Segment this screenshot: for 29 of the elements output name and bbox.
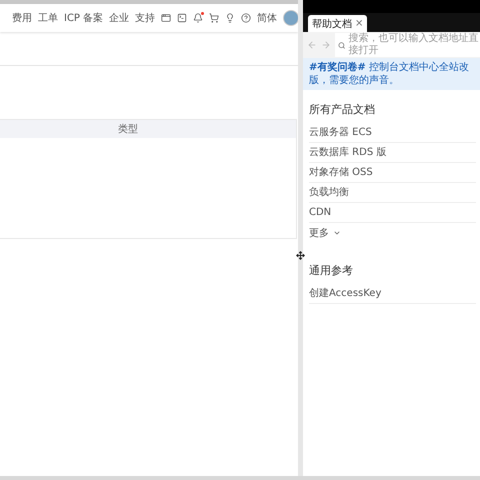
nav-link[interactable]: 企业 bbox=[109, 11, 130, 25]
nav-link[interactable]: ICP 备案 bbox=[64, 11, 104, 25]
lightbulb-icon[interactable] bbox=[225, 13, 236, 23]
doc-link[interactable]: 创建AccessKey bbox=[309, 284, 476, 304]
help-icon[interactable] bbox=[241, 13, 252, 23]
move-cursor-icon bbox=[296, 251, 305, 260]
app-icon[interactable] bbox=[161, 13, 172, 23]
section-title: 所有产品文档 bbox=[309, 102, 376, 117]
cart-icon[interactable] bbox=[209, 13, 220, 23]
nav-link[interactable]: 支持 bbox=[135, 11, 156, 25]
doc-link[interactable]: 云服务器 ECS bbox=[309, 123, 476, 143]
avatar[interactable] bbox=[283, 10, 300, 26]
terminal-icon[interactable] bbox=[177, 13, 188, 23]
announcement-banner: #有奖问卷# 控制台文档中心全站改版，需要您的声音。 bbox=[303, 58, 480, 90]
close-icon[interactable]: × bbox=[355, 18, 364, 29]
nav-link[interactable]: 简体 bbox=[257, 11, 278, 25]
doc-link[interactable]: 云数据库 RDS 版 bbox=[309, 143, 476, 163]
nav-link[interactable]: 工单 bbox=[38, 11, 58, 25]
doc-link[interactable]: 负载均衡 bbox=[309, 183, 476, 203]
column-header: 类型 bbox=[117, 122, 139, 137]
bell-icon[interactable] bbox=[193, 13, 204, 23]
caret-icon bbox=[333, 229, 341, 237]
search-icon bbox=[338, 40, 346, 50]
doc-link[interactable]: CDN bbox=[309, 203, 476, 223]
tab[interactable]: 帮助文档 × bbox=[308, 15, 368, 32]
section-title: 通用参考 bbox=[309, 263, 354, 278]
nav-link[interactable]: 费用 bbox=[12, 11, 32, 25]
more-button[interactable]: 更多 bbox=[309, 223, 476, 243]
doc-link[interactable]: 对象存储 OSS bbox=[309, 163, 476, 183]
